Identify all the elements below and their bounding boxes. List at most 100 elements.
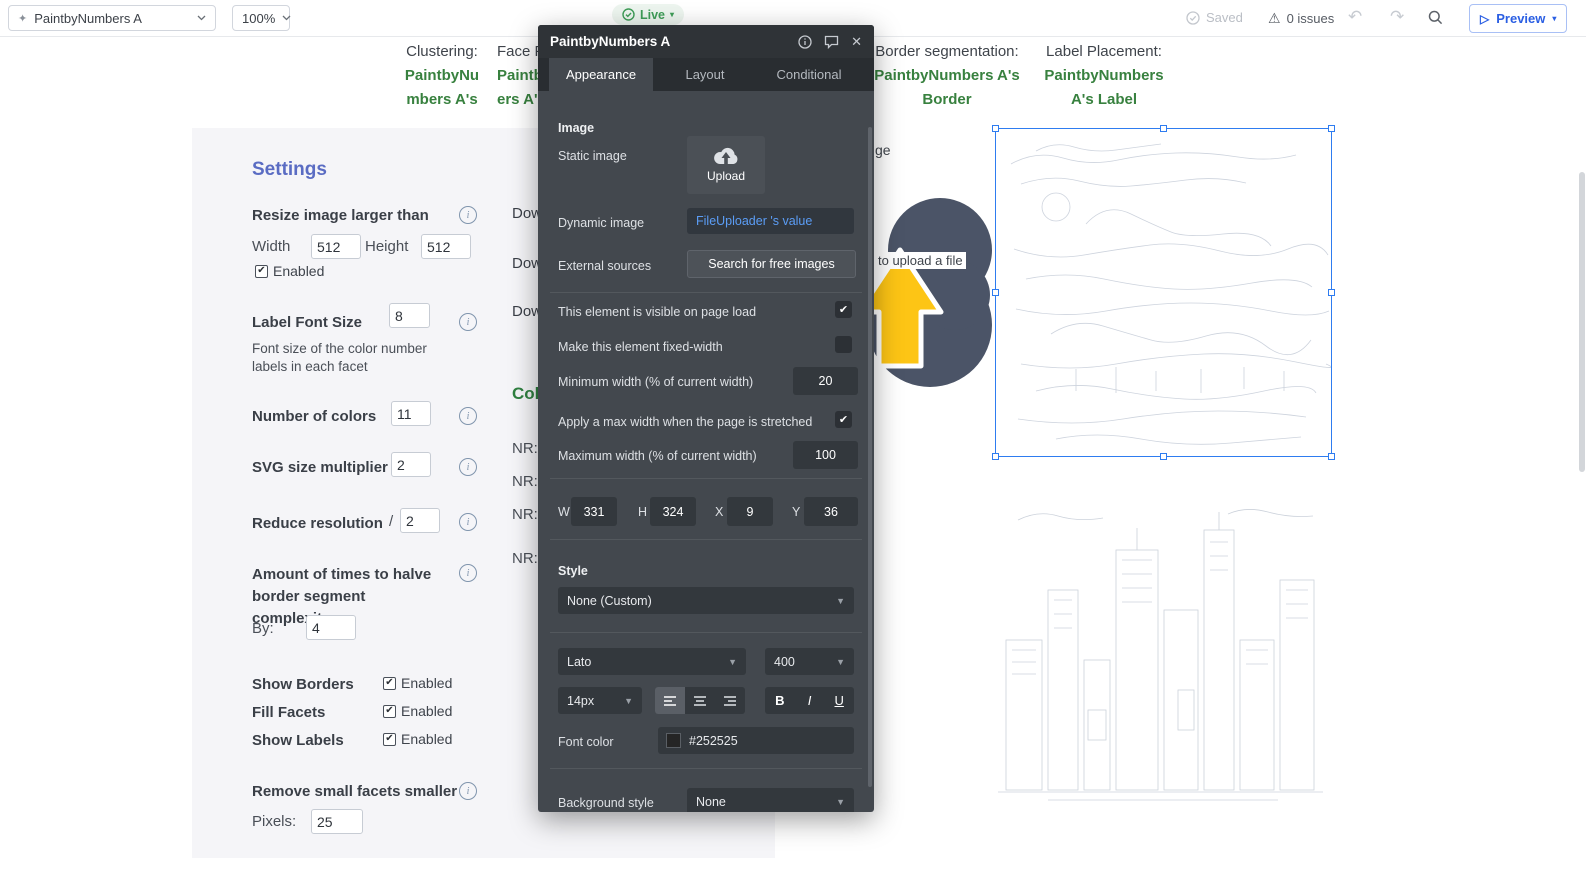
preview-button[interactable]: ▷ Preview ▾	[1469, 4, 1567, 33]
show-borders-checkbox[interactable]: ✔ Enabled	[383, 675, 452, 691]
check-icon: ✔	[839, 303, 848, 316]
w-input[interactable]	[571, 497, 617, 526]
search-button[interactable]	[1428, 10, 1443, 25]
align-left-icon	[663, 695, 677, 707]
font-size-value: 14px	[567, 694, 594, 708]
selection-handle[interactable]	[1328, 125, 1335, 132]
upload-button[interactable]: Upload	[687, 136, 765, 194]
redo-button[interactable]: ↷	[1390, 7, 1404, 27]
font-color-value: #252525	[689, 734, 738, 748]
min-width-input[interactable]	[793, 367, 858, 395]
font-size-dropdown[interactable]: 14px ▼	[558, 687, 642, 714]
info-icon[interactable]	[798, 35, 812, 49]
max-width-toggle-label: Apply a max width when the page is stret…	[558, 414, 828, 430]
info-icon[interactable]: i	[459, 513, 477, 531]
background-style-dropdown[interactable]: None ▼	[687, 788, 854, 812]
comment-icon[interactable]	[824, 35, 839, 49]
selection-handle[interactable]	[1160, 125, 1167, 132]
align-center-button[interactable]	[685, 687, 715, 714]
dynamic-expression: PaintbyNumbers	[1028, 64, 1180, 88]
x-input[interactable]	[727, 497, 773, 526]
column-title: Label Placement:	[1028, 40, 1180, 64]
tab-layout[interactable]: Layout	[653, 58, 757, 91]
panel-title-bar[interactable]: PaintbyNumbers A ✕	[538, 25, 874, 58]
live-badge[interactable]: Live ▾	[612, 4, 684, 25]
checkbox-check-icon: ✔	[383, 705, 396, 718]
paint-by-numbers-preview-image[interactable]	[988, 490, 1333, 810]
undo-icon: ↶	[1348, 7, 1362, 27]
max-width-input[interactable]	[793, 441, 858, 469]
checkbox-check-icon: ✔	[255, 265, 268, 278]
info-icon[interactable]: i	[459, 564, 477, 582]
panel-scrollbar[interactable]	[868, 127, 872, 787]
font-weight-dropdown[interactable]: 400 ▼	[765, 648, 854, 675]
selection-handle[interactable]	[1328, 453, 1335, 460]
height-label: Height	[365, 238, 408, 255]
dynamic-image-expression[interactable]: FileUploader 's value	[687, 208, 854, 234]
number-of-colors-input[interactable]	[391, 401, 431, 426]
fixed-width-checkbox[interactable]	[835, 336, 852, 353]
tab-appearance[interactable]: Appearance	[549, 58, 653, 91]
height-input[interactable]	[421, 234, 471, 259]
show-labels-checkbox[interactable]: ✔ Enabled	[383, 731, 452, 747]
cityscape-line-art	[988, 490, 1333, 810]
clipped-uploader-text: ge	[875, 142, 891, 158]
undo-button[interactable]: ↶	[1348, 7, 1362, 27]
svg-multiplier-input[interactable]	[391, 452, 431, 477]
info-icon[interactable]: i	[459, 782, 477, 800]
w-label: W	[558, 504, 570, 520]
width-input[interactable]	[311, 234, 361, 259]
close-icon[interactable]: ✕	[851, 34, 862, 50]
h-input[interactable]	[650, 497, 696, 526]
font-color-input[interactable]: #252525	[658, 727, 854, 754]
dynamic-image-label: Dynamic image	[558, 215, 644, 231]
italic-button[interactable]: I	[795, 687, 825, 714]
max-width-toggle-checkbox[interactable]: ✔	[835, 411, 852, 428]
static-image-label: Static image	[558, 148, 627, 164]
info-icon[interactable]: i	[459, 313, 477, 331]
tab-conditional[interactable]: Conditional	[757, 58, 861, 91]
selection-handle[interactable]	[1328, 289, 1335, 296]
fill-facets-checkbox[interactable]: ✔ Enabled	[383, 703, 452, 719]
panel-tabs: Appearance Layout Conditional	[538, 58, 874, 91]
paint-by-numbers-image	[996, 129, 1331, 456]
zoom-dropdown[interactable]: 100%	[232, 5, 290, 31]
by-input[interactable]	[306, 615, 356, 640]
reduce-resolution-input[interactable]	[400, 508, 440, 533]
info-icon[interactable]: i	[459, 458, 477, 476]
visible-on-load-checkbox[interactable]: ✔	[835, 301, 852, 318]
search-free-images-button[interactable]: Search for free images	[687, 250, 856, 278]
info-icon[interactable]: i	[459, 206, 477, 224]
style-section-label: Style	[558, 564, 588, 578]
checkbox-label: Enabled	[273, 263, 324, 279]
selection-handle[interactable]	[992, 453, 999, 460]
y-input[interactable]	[804, 497, 858, 526]
align-left-button[interactable]	[655, 687, 685, 714]
style-dropdown[interactable]: None (Custom) ▼	[558, 587, 854, 614]
underline-button[interactable]: U	[824, 687, 854, 714]
bold-button[interactable]: B	[765, 687, 795, 714]
label-font-size-input[interactable]	[389, 303, 430, 328]
zoom-label: 100%	[242, 11, 275, 26]
selection-handle[interactable]	[1160, 453, 1167, 460]
pixels-input[interactable]	[311, 809, 363, 834]
font-family-dropdown[interactable]: Lato ▼	[558, 648, 746, 675]
by-label: By:	[252, 620, 274, 637]
align-right-button[interactable]	[715, 687, 745, 714]
panel-title: PaintbyNumbers A	[550, 34, 670, 49]
selection-handle[interactable]	[992, 125, 999, 132]
canvas-column-clustering: Clustering: PaintbyNu mbers A's	[392, 40, 492, 112]
underline-label: U	[834, 693, 843, 708]
info-icon[interactable]: i	[459, 407, 477, 425]
issues-indicator[interactable]: ⚠ 0 issues	[1268, 10, 1334, 27]
column-title: Border segmentation:	[868, 40, 1026, 64]
saved-label: Saved	[1206, 10, 1243, 25]
dynamic-expression: PaintbyNu	[392, 64, 492, 88]
window-scrollbar[interactable]	[1579, 172, 1585, 472]
resize-enabled-checkbox[interactable]: ✔ Enabled	[255, 263, 324, 279]
column-title: Face F	[497, 40, 538, 64]
resize-label: Resize image larger than	[252, 205, 429, 227]
element-selector-dropdown[interactable]: ✦ PaintbyNumbers A	[8, 5, 216, 31]
selected-image-element[interactable]	[995, 128, 1332, 457]
y-label: Y	[792, 504, 800, 520]
